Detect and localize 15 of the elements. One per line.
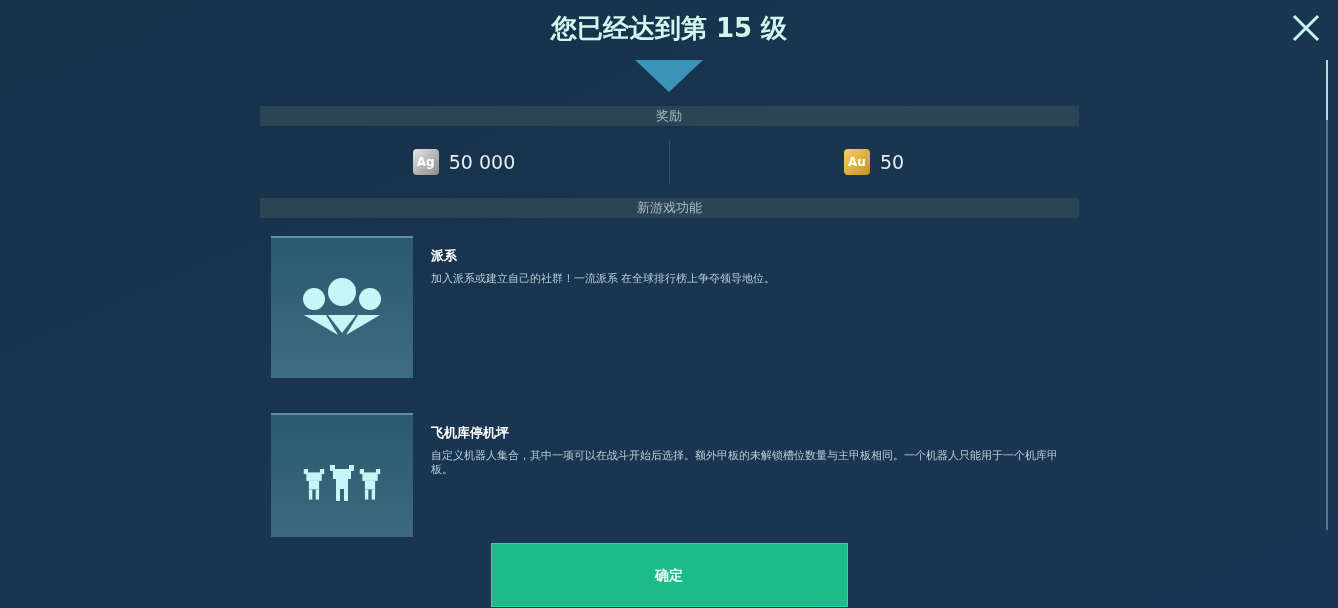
reward-amount: 50 000 xyxy=(448,149,516,175)
window-title: 您已经达到第 15 级 xyxy=(550,12,788,45)
confirm-button[interactable]: 确定 xyxy=(490,543,848,607)
section-header: 奖励 xyxy=(259,106,1079,126)
close-button[interactable] xyxy=(1290,12,1322,44)
feature-name: 飞机库停机坪 xyxy=(430,424,510,442)
level-marker-icon xyxy=(635,60,703,92)
reward-amount: 50 xyxy=(879,149,905,175)
section-header: 新游戏功能 xyxy=(259,198,1079,218)
close-icon xyxy=(1292,14,1320,42)
feature-name: 派系 xyxy=(430,247,458,265)
feature-description: 加入派系或建立自己的社群！一流派系 在全球排行榜上争夺领导地位。 xyxy=(430,271,776,286)
feature-description: 自定义机器人集合，其中一项可以在战斗开始后选择。额外甲板的未解锁槽位数量与主甲板相同。一个机器人只能用于一个机库甲板。 xyxy=(430,448,1059,477)
currency-icon: Ag xyxy=(412,149,439,175)
currency-icon: Au xyxy=(843,149,870,175)
